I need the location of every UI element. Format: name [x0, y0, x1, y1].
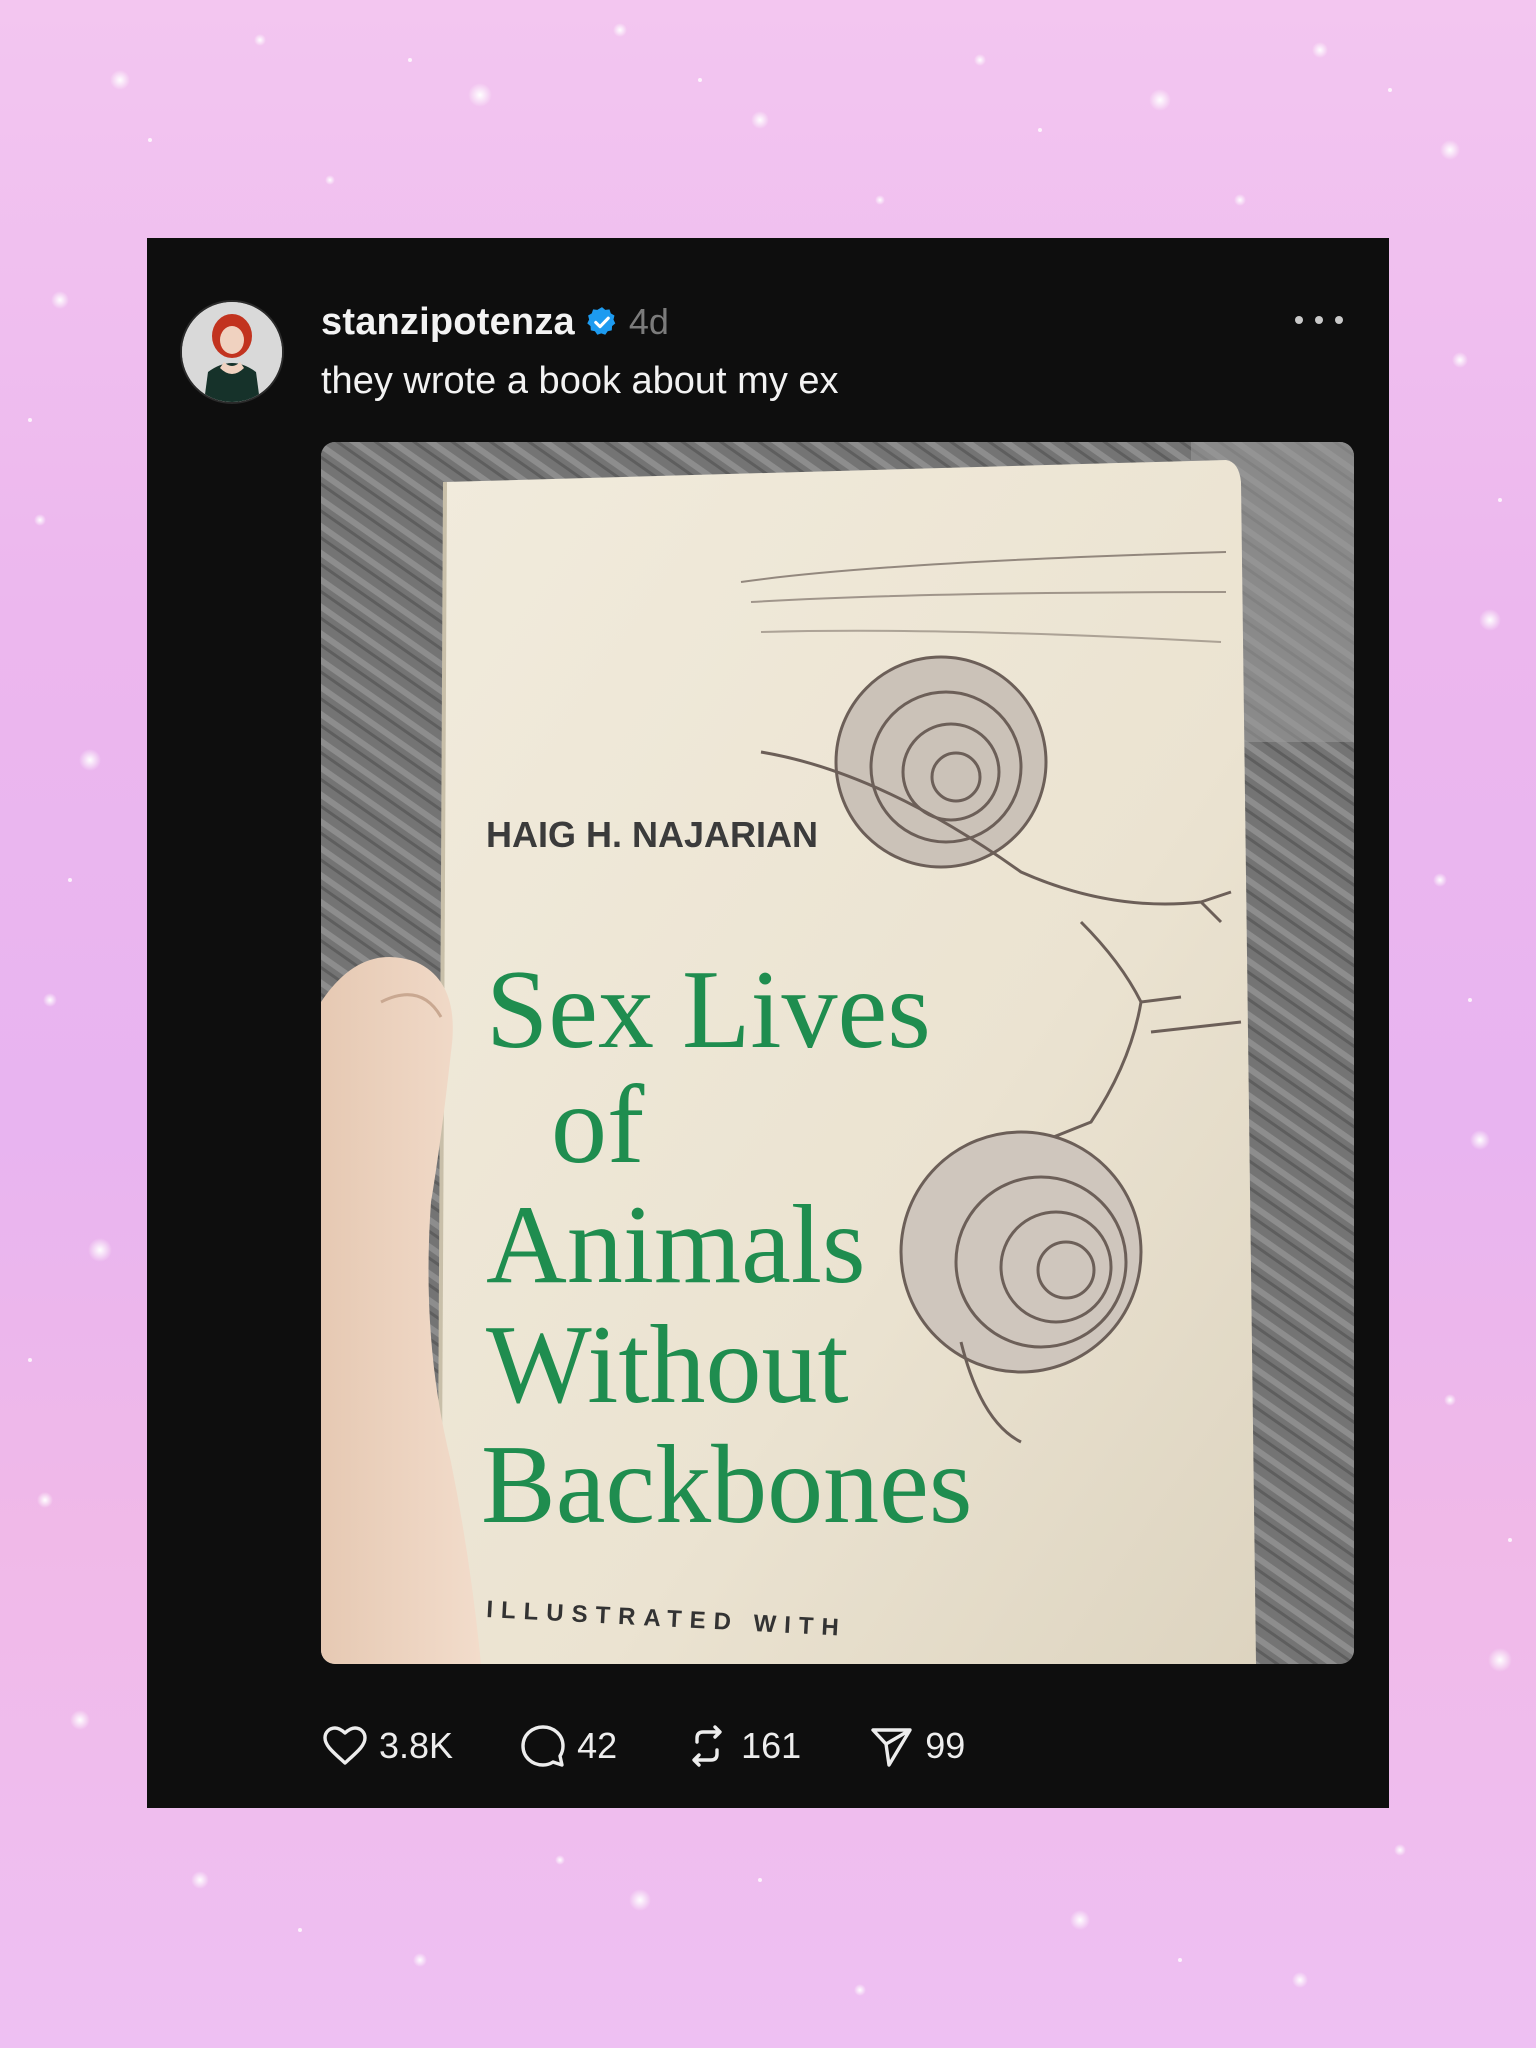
send-icon: [871, 1728, 912, 1767]
post-header: stanzipotenza 4d: [321, 296, 669, 348]
post-photo[interactable]: HAIG H. NAJARIAN Sex Lives of Animals Wi…: [321, 442, 1354, 1664]
share-count: 99: [925, 1725, 966, 1766]
comment-button[interactable]: 42: [519, 1722, 617, 1770]
like-count: 3.8K: [379, 1725, 454, 1766]
post-card: stanzipotenza 4d they wrote a book about…: [147, 238, 1389, 1808]
book-title-line-1: Sex Lives: [486, 948, 931, 1072]
comment-icon: [521, 1725, 565, 1767]
book-author: HAIG H. NAJARIAN: [486, 814, 818, 855]
avatar-image: [182, 302, 282, 402]
post-text: they wrote a book about my ex: [321, 360, 839, 402]
book-title-line-2: of: [551, 1063, 645, 1187]
book-title-line-4: Without: [486, 1303, 849, 1427]
share-button[interactable]: 99: [867, 1722, 965, 1770]
comment-count: 42: [577, 1725, 618, 1766]
book-title-line-3: Animals: [486, 1183, 866, 1307]
action-bar: 3.8K 42 161 99: [321, 1716, 1031, 1776]
verified-badge-icon: [587, 307, 616, 335]
heart-icon: [323, 1726, 367, 1765]
username[interactable]: stanzipotenza: [321, 301, 575, 344]
like-button[interactable]: 3.8K: [321, 1722, 453, 1770]
more-dots-icon[interactable]: [1295, 308, 1343, 332]
book-photo: HAIG H. NAJARIAN Sex Lives of Animals Wi…: [321, 442, 1354, 1664]
avatar[interactable]: [180, 300, 284, 404]
book-title-line-5: Backbones: [481, 1423, 972, 1547]
repost-icon: [692, 1725, 722, 1767]
repost-count: 161: [741, 1725, 802, 1766]
post-time: 4d: [628, 301, 669, 342]
repost-button[interactable]: 161: [683, 1722, 801, 1770]
